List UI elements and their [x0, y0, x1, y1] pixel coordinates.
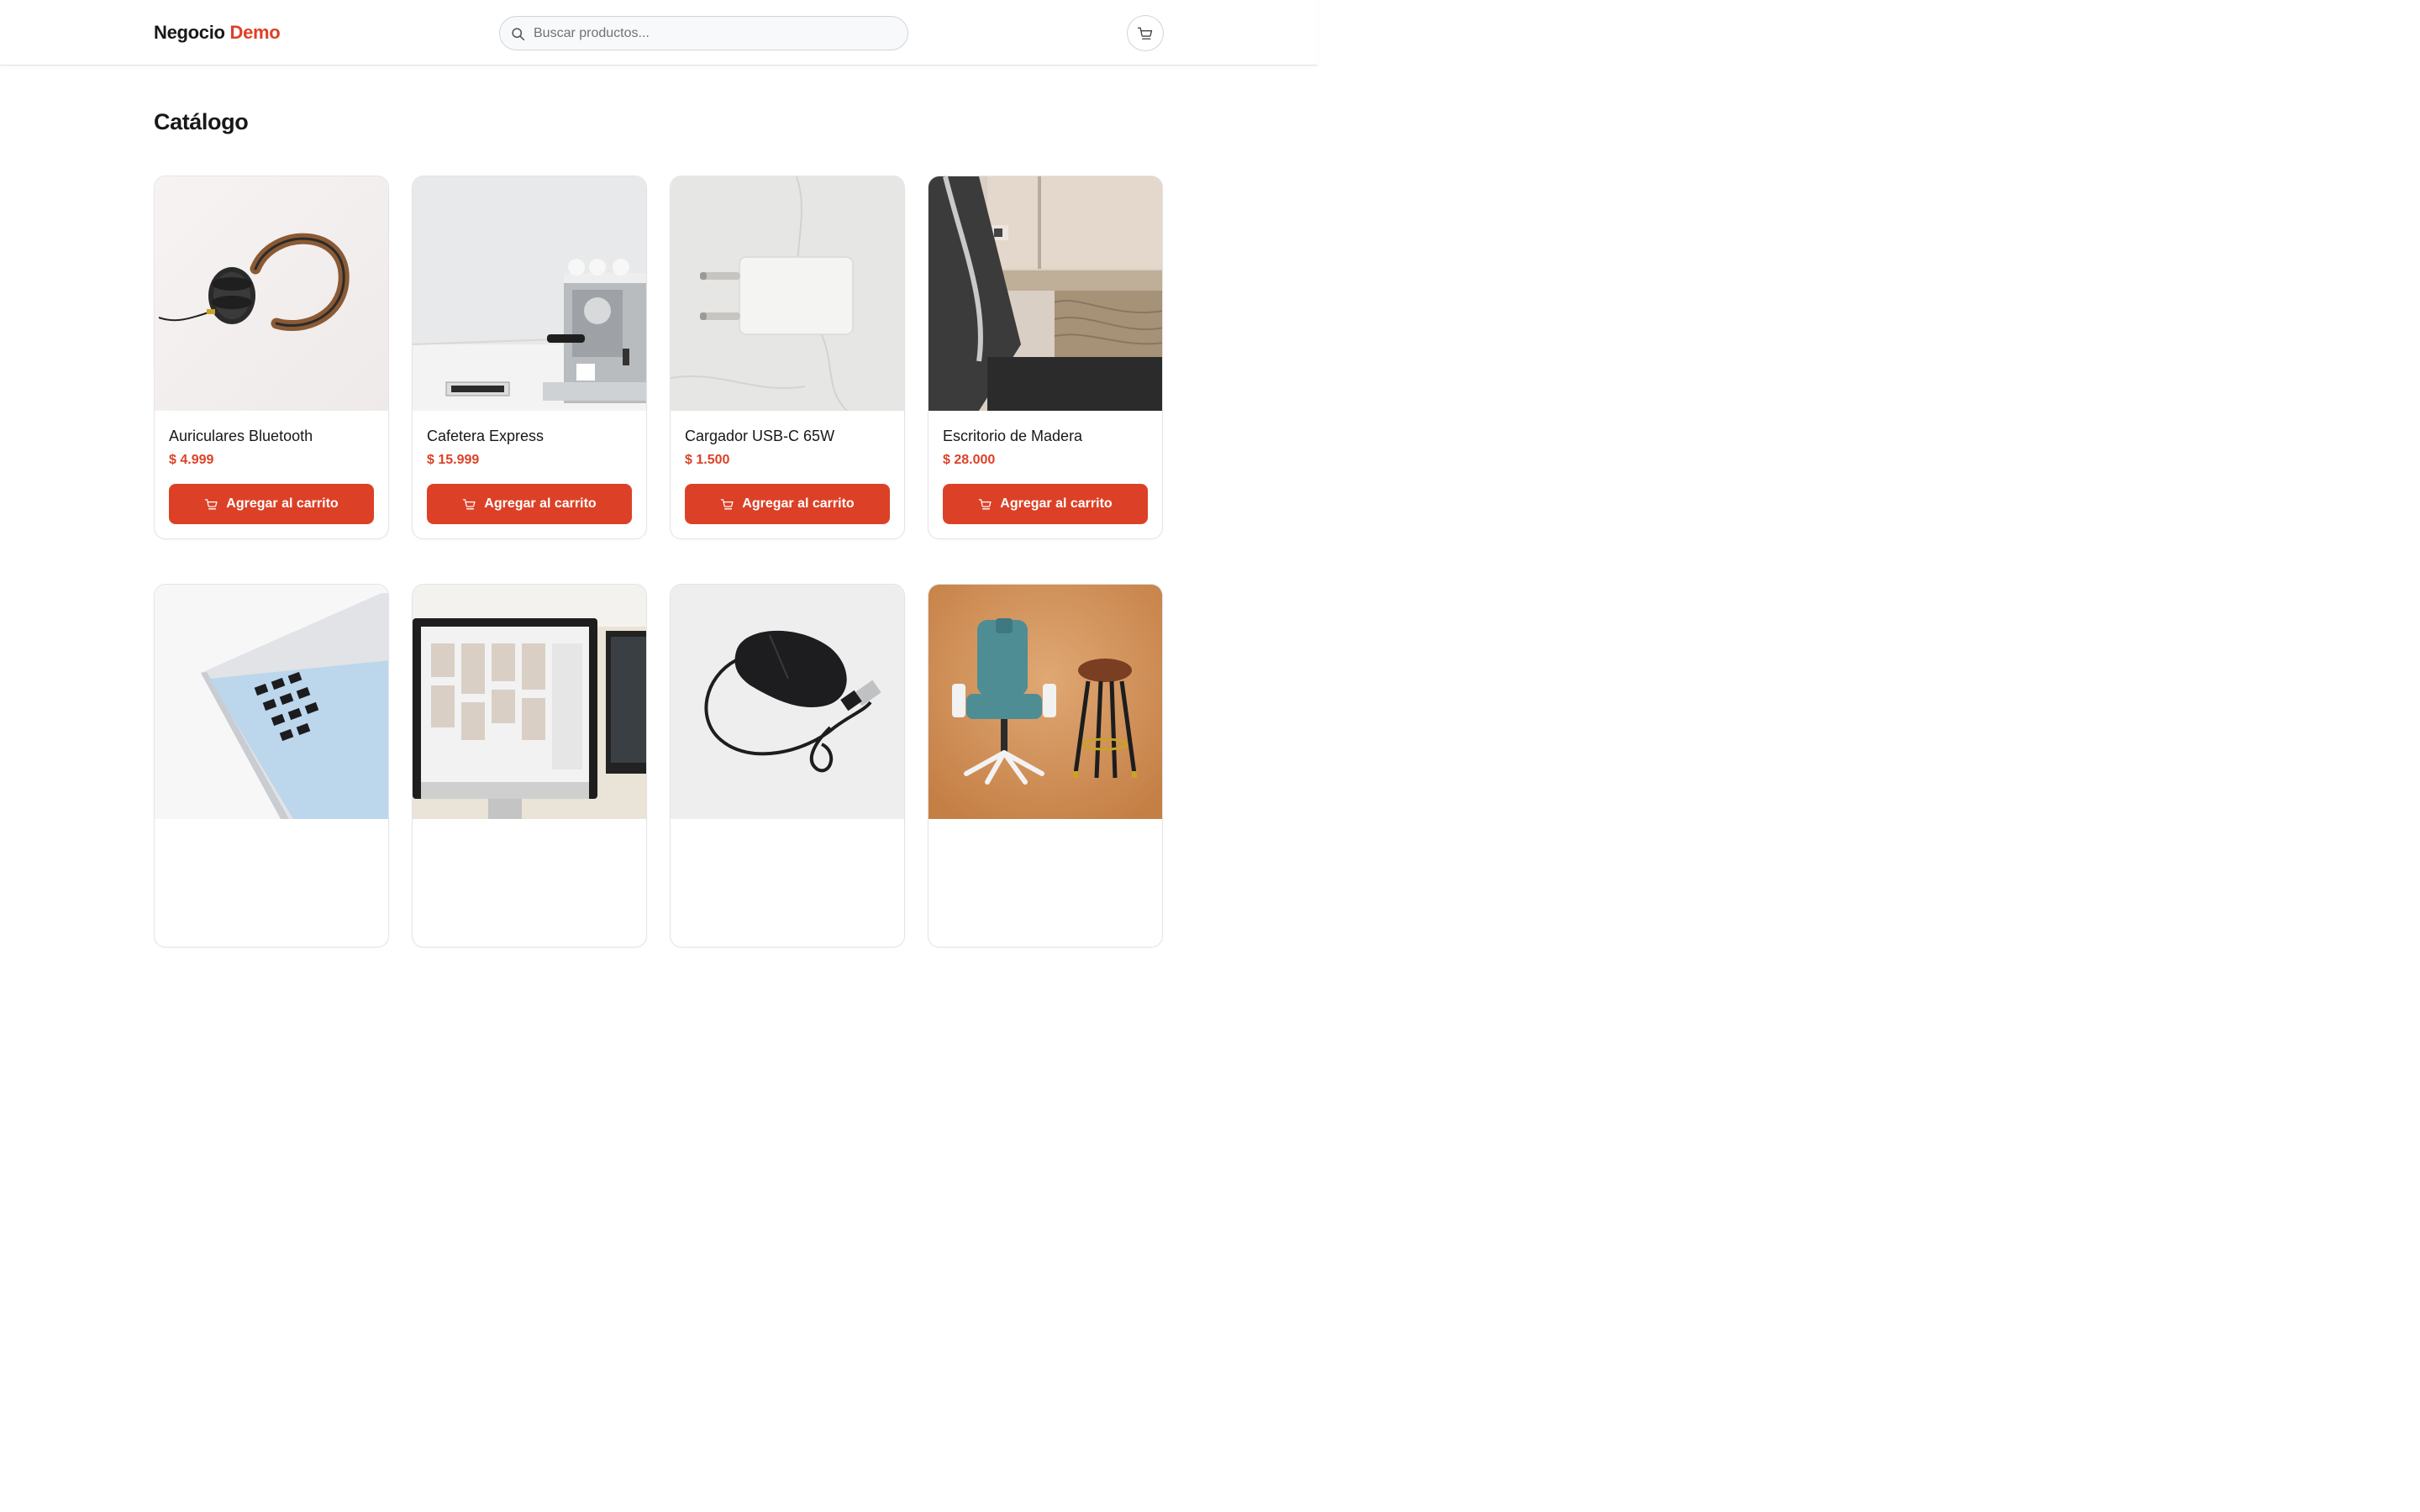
- product-card[interactable]: [154, 584, 389, 948]
- product-image[interactable]: [155, 585, 388, 819]
- product-price: $ 1.500: [685, 453, 730, 467]
- product-card[interactable]: [412, 584, 647, 948]
- add-to-cart-button[interactable]: Agregar al carrito: [427, 484, 632, 524]
- product-card[interactable]: [928, 584, 1163, 948]
- product-card[interactable]: Cafetera Express $ 15.999 Agregar al car…: [412, 176, 647, 539]
- search-bar: [499, 16, 908, 50]
- add-to-cart-button[interactable]: Agregar al carrito: [685, 484, 890, 524]
- add-to-cart-label: Agregar al carrito: [1000, 496, 1113, 511]
- charger-image: [671, 176, 904, 411]
- add-to-cart-label: Agregar al carrito: [484, 496, 597, 511]
- cart-icon: [205, 498, 218, 509]
- add-to-cart-button[interactable]: Agregar al carrito: [943, 484, 1148, 524]
- product-card[interactable]: Cargador USB-C 65W $ 1.500 Agregar al ca…: [670, 176, 905, 539]
- chair-image: [929, 585, 1162, 819]
- cart-icon: [979, 498, 992, 509]
- brand-logo[interactable]: Negocio Demo: [154, 22, 281, 44]
- product-image[interactable]: [413, 585, 646, 819]
- cart-icon: [1138, 27, 1153, 39]
- add-to-cart-label: Agregar al carrito: [742, 496, 855, 511]
- product-name: Escritorio de Madera: [943, 428, 1083, 444]
- cart-icon: [721, 498, 734, 509]
- product-price: $ 4.999: [169, 453, 214, 467]
- product-image[interactable]: [671, 585, 904, 819]
- product-price: $ 28.000: [943, 453, 996, 467]
- product-name: Cafetera Express: [427, 428, 544, 444]
- add-to-cart-label: Agregar al carrito: [226, 496, 339, 511]
- search-icon: [512, 28, 525, 41]
- brand-accent: Demo: [229, 22, 281, 43]
- brand-name: Negocio: [154, 22, 225, 43]
- product-image[interactable]: [413, 176, 646, 411]
- search-input[interactable]: [534, 17, 895, 50]
- product-name: Cargador USB-C 65W: [685, 428, 835, 444]
- product-name: Auriculares Bluetooth: [169, 428, 313, 444]
- monitor-image: [413, 585, 646, 819]
- cart-button[interactable]: [1127, 15, 1164, 51]
- headphones-image: [155, 176, 388, 411]
- product-image[interactable]: [929, 176, 1162, 411]
- product-image[interactable]: [671, 176, 904, 411]
- laptop-image: [155, 585, 388, 819]
- product-card[interactable]: Auriculares Bluetooth $ 4.999 Agregar al…: [154, 176, 389, 539]
- product-image[interactable]: [929, 585, 1162, 819]
- add-to-cart-button[interactable]: Agregar al carrito: [169, 484, 374, 524]
- coffee-machine-image: [413, 176, 646, 411]
- product-card[interactable]: Escritorio de Madera $ 28.000 Agregar al…: [928, 176, 1163, 539]
- page-title: Catálogo: [154, 109, 249, 134]
- product-price: $ 15.999: [427, 453, 480, 467]
- cart-icon: [463, 498, 476, 509]
- product-image[interactable]: [155, 176, 388, 411]
- product-card[interactable]: [670, 584, 905, 948]
- mouse-image: [671, 585, 904, 819]
- desk-image: [929, 176, 1162, 411]
- top-header: Negocio Demo: [0, 0, 1318, 66]
